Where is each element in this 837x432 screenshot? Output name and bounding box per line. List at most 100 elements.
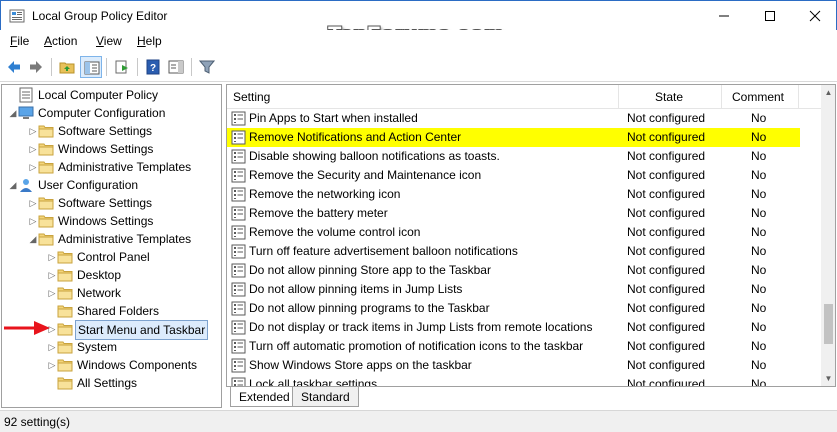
setting-state: Not configured [627, 149, 706, 163]
back-button[interactable] [3, 56, 25, 78]
setting-row[interactable]: Remove the Security and Maintenance icon… [227, 166, 821, 185]
setting-state: Not configured [627, 377, 706, 387]
close-button[interactable] [792, 1, 837, 31]
help-button[interactable]: ? [142, 56, 164, 78]
collapsed-chevron-icon[interactable]: ▷ [47, 248, 57, 266]
setting-row[interactable]: Remove the volume control icon Not config… [227, 223, 821, 242]
folder-icon [38, 159, 54, 175]
tab-standard[interactable]: Standard [292, 387, 359, 407]
menu-help[interactable]: Help [137, 34, 162, 48]
setting-name: Remove Notifications and Action Center [249, 130, 462, 144]
filter-button[interactable] [196, 56, 218, 78]
tree-item[interactable]: ▷ Windows Components [2, 356, 221, 374]
setting-state: Not configured [627, 339, 706, 353]
setting-row[interactable]: Turn off automatic promotion of notifica… [227, 337, 821, 356]
list-header: Setting State Comment [227, 85, 821, 109]
setting-row[interactable]: Do not display or track items in Jump Li… [227, 318, 821, 337]
expanded-chevron-icon[interactable]: ◢ [8, 176, 18, 194]
policy-setting-icon [231, 187, 246, 202]
tree-item[interactable]: ▷ Software Settings [2, 194, 221, 212]
setting-row[interactable]: Remove the battery meter Not configured No [227, 204, 821, 223]
setting-state: Not configured [627, 358, 706, 372]
setting-row[interactable]: Remove Notifications and Action Center No… [227, 128, 800, 147]
collapsed-chevron-icon[interactable]: ▷ [28, 158, 38, 176]
forward-arrow-icon [30, 61, 42, 73]
forward-button[interactable] [25, 56, 47, 78]
properties-pane-icon [168, 60, 184, 74]
tab-extended[interactable]: Extended [230, 387, 299, 407]
folder-icon [57, 375, 73, 391]
setting-row[interactable]: Do not allow pinning Store app to the Ta… [227, 261, 821, 280]
tree-item[interactable]: ▷ Software Settings [2, 122, 221, 140]
vertical-scrollbar[interactable]: ▲ ▼ [821, 85, 835, 386]
tree-item-label: Windows Settings [58, 142, 154, 156]
tree-item[interactable]: ▷ Desktop [2, 266, 221, 284]
tree-item[interactable]: ◢ Computer Configuration [2, 104, 221, 122]
collapsed-chevron-icon[interactable]: ▷ [47, 266, 57, 284]
column-header-state[interactable]: State [655, 90, 683, 104]
collapsed-chevron-icon[interactable]: ▷ [28, 212, 38, 230]
policy-setting-icon [231, 263, 246, 278]
tree-item[interactable]: ▷ Windows Settings [2, 212, 221, 230]
tree-item[interactable]: ▷ Windows Settings [2, 140, 221, 158]
minimize-button[interactable] [701, 1, 747, 31]
setting-comment: No [751, 358, 767, 372]
collapsed-chevron-icon[interactable]: ▷ [47, 284, 57, 302]
column-header-comment[interactable]: Comment [732, 90, 784, 104]
tree-item[interactable]: ◢ User Configuration [2, 176, 221, 194]
scrollbar-thumb[interactable] [824, 304, 833, 344]
collapsed-chevron-icon[interactable]: ▷ [28, 194, 38, 212]
collapsed-chevron-icon[interactable]: ▷ [47, 356, 57, 374]
tree-item[interactable]: Local Computer Policy [2, 86, 221, 104]
setting-comment: No [751, 377, 767, 387]
setting-row[interactable]: Do not allow pinning programs to the Tas… [227, 299, 821, 318]
scroll-up-arrow-icon[interactable]: ▲ [821, 85, 835, 100]
tree-pane[interactable]: Local Computer Policy ◢ Computer Configura… [1, 84, 222, 408]
tree-item[interactable]: ▷ System [2, 338, 221, 356]
folder-icon [57, 249, 73, 265]
up-folder-button[interactable] [56, 56, 78, 78]
policy-setting-icon [231, 282, 246, 297]
properties-pane-button[interactable] [165, 56, 187, 78]
expanded-chevron-icon[interactable]: ◢ [8, 104, 18, 122]
tree-item-label: Start Menu and Taskbar [75, 320, 209, 340]
setting-comment: No [751, 187, 767, 201]
tree-item[interactable]: ◢ Administrative Templates [2, 230, 221, 248]
setting-row[interactable]: Disable showing balloon notifications as… [227, 147, 821, 166]
export-list-icon [115, 60, 128, 74]
tree-item[interactable]: ▷ Control Panel [2, 248, 221, 266]
setting-row[interactable]: Do not allow pinning items in Jump Lists… [227, 280, 821, 299]
menu-file[interactable]: File [10, 34, 29, 48]
setting-name: Do not display or track items in Jump Li… [249, 320, 593, 334]
setting-name: Disable showing balloon notifications as… [249, 149, 500, 163]
tree-item[interactable]: ▷ Administrative Templates [2, 158, 221, 176]
settings-list-pane[interactable]: Setting State Comment Pin Apps to Start … [226, 84, 836, 387]
scroll-down-arrow-icon[interactable]: ▼ [821, 371, 835, 386]
tree-item[interactable]: ▷ Network [2, 284, 221, 302]
policy-setting-icon [231, 377, 246, 386]
setting-row[interactable]: Lock all taskbar settings Not configured N… [227, 375, 821, 387]
setting-row[interactable]: Pin Apps to Start when installed Not conf… [227, 109, 821, 128]
collapsed-chevron-icon[interactable]: ▷ [47, 338, 57, 356]
menu-view[interactable]: View [96, 34, 122, 48]
column-header-setting[interactable]: Setting [233, 90, 270, 104]
setting-name: Do not allow pinning items in Jump Lists [249, 282, 463, 296]
maximize-icon [765, 11, 775, 21]
export-list-button[interactable] [111, 56, 133, 78]
expanded-chevron-icon[interactable]: ◢ [28, 230, 38, 248]
status-bar: 92 setting(s) [0, 410, 837, 432]
minimize-icon [719, 15, 729, 17]
setting-row[interactable]: Remove the networking icon Not configured… [227, 185, 821, 204]
collapsed-chevron-icon[interactable]: ▷ [28, 140, 38, 158]
menu-action[interactable]: Action [44, 34, 77, 48]
setting-comment: No [751, 149, 767, 163]
setting-row[interactable]: Show Windows Store apps on the taskbar No… [227, 356, 821, 375]
policy-setting-icon [231, 358, 246, 373]
maximize-button[interactable] [747, 1, 793, 31]
tree-item[interactable]: All Settings [2, 374, 221, 392]
tree-item-label: Local Computer Policy [38, 88, 159, 102]
show-hide-tree-button[interactable] [80, 56, 102, 78]
setting-row[interactable]: Turn off feature advertisement balloon n… [227, 242, 821, 261]
collapsed-chevron-icon[interactable]: ▷ [28, 122, 38, 140]
tree-item-label: Desktop [77, 268, 122, 282]
